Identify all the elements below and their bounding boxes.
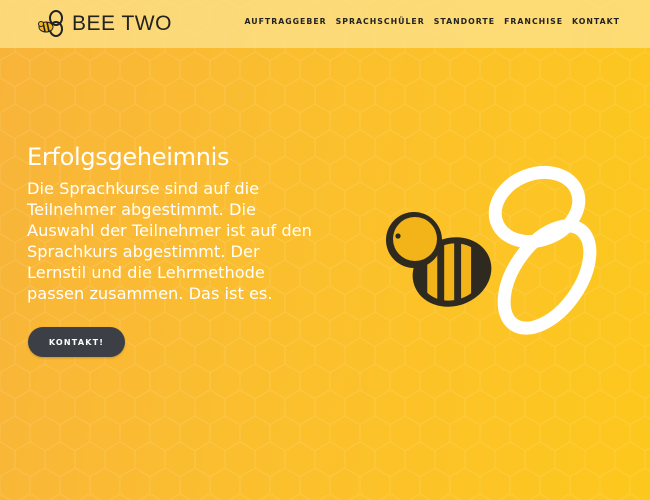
- hero-text-line: Lernstil und die Lehrmethode: [27, 263, 265, 282]
- nav-item-kontakt[interactable]: KONTAKT: [572, 17, 620, 26]
- bee-illustration-icon: [386, 165, 597, 335]
- logo[interactable]: BEE TWO: [36, 9, 172, 39]
- hero-text: Die Sprachkurse sind auf die Teilnehmer …: [27, 178, 327, 304]
- hero-text-line: Die Sprachkurse sind auf die: [27, 179, 260, 198]
- contact-button[interactable]: KONTAKT!: [28, 327, 125, 357]
- bee-logo-icon: [38, 10, 63, 37]
- hero-text-line: Sprachkurs abgestimmt. Der: [27, 242, 260, 261]
- hero-text-line: Auswahl der Teilnehmer ist auf den: [27, 221, 312, 240]
- main-nav: AUFTRAGGEBER SPRACHSCHÜLER STANDORTE FRA…: [235, 17, 620, 26]
- nav-item-standorte[interactable]: STANDORTE: [434, 17, 495, 26]
- hero-title: Erfolgsgeheimnis: [27, 143, 230, 171]
- logo-text: BEE TWO: [72, 12, 172, 35]
- hero-text-line: passen zusammen. Das ist es.: [27, 284, 273, 303]
- hero-text-line: Teilnehmer abgestimmt. Die: [27, 200, 256, 219]
- nav-item-franchise[interactable]: FRANCHISE: [504, 17, 563, 26]
- nav-item-auftraggeber[interactable]: AUFTRAGGEBER: [244, 17, 326, 26]
- site-header: BEE TWO AUFTRAGGEBER SPRACHSCHÜLER STAND…: [0, 0, 650, 48]
- nav-item-sprachschueler[interactable]: SPRACHSCHÜLER: [336, 17, 425, 26]
